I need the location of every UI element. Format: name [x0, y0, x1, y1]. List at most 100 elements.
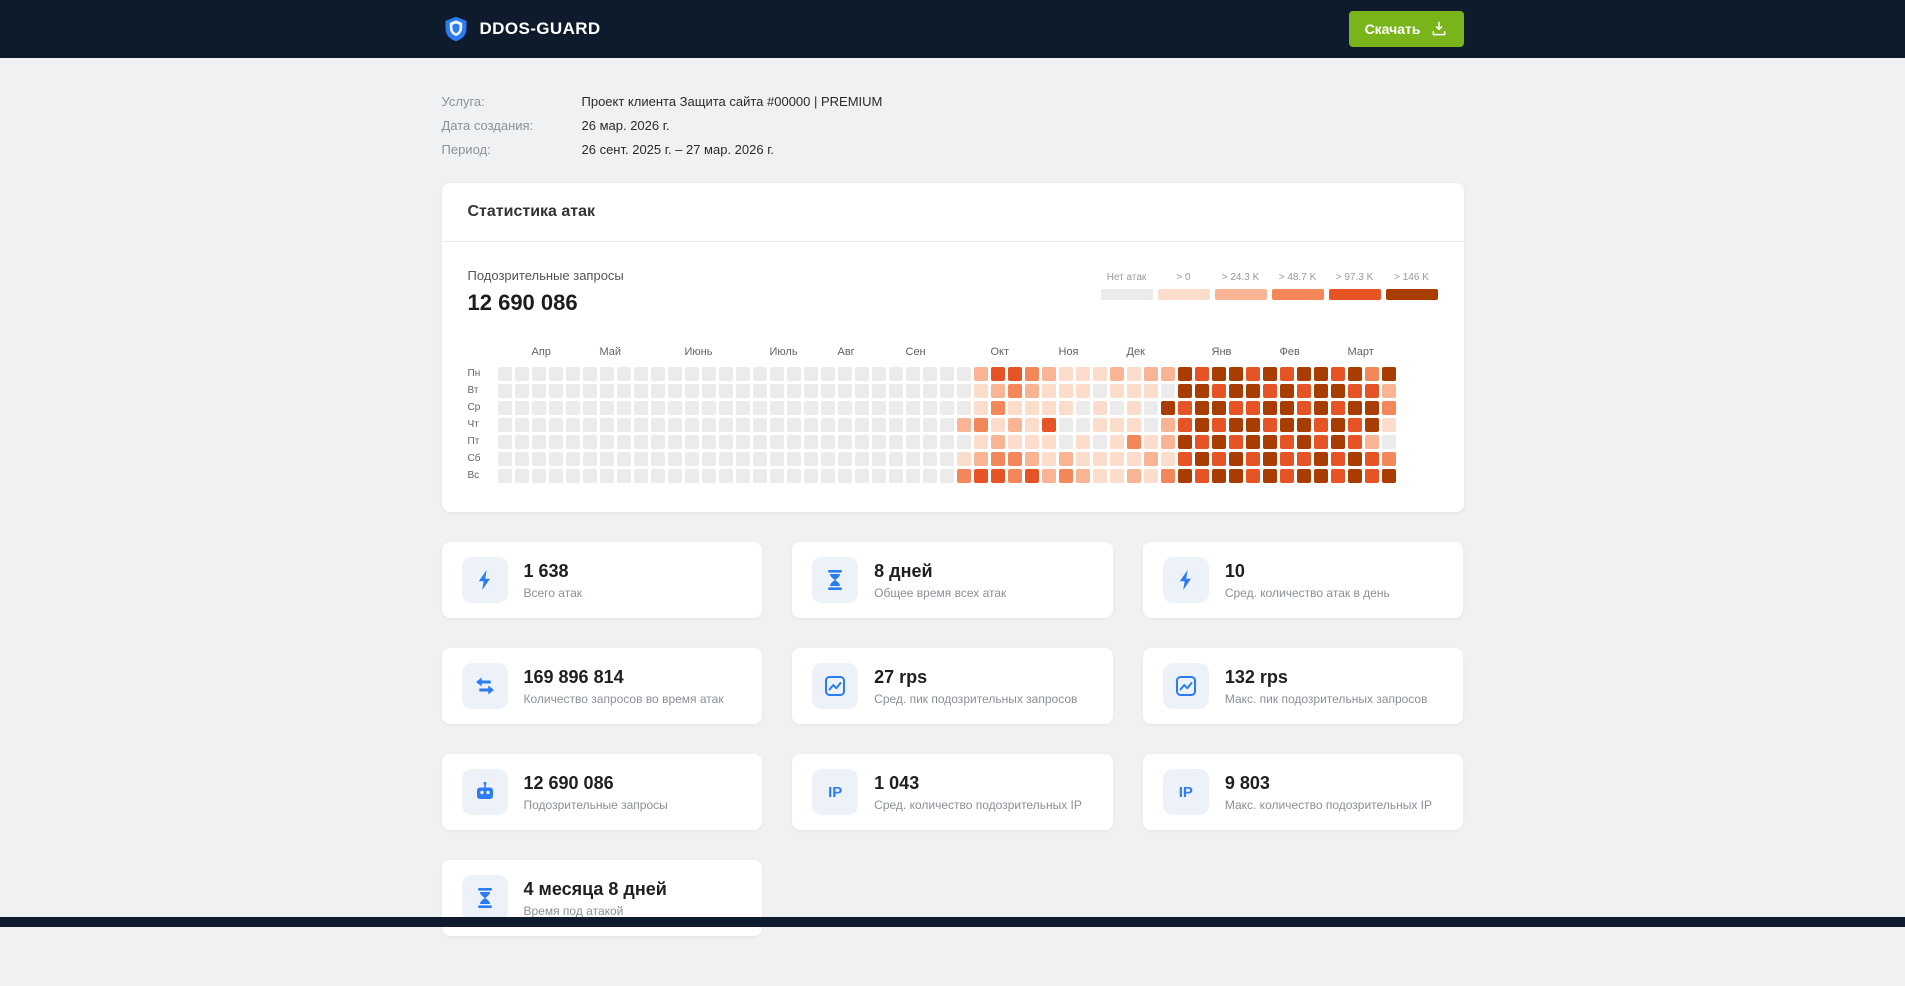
- card-body: Подозрительные запросы 12 690 086 Нет ат…: [442, 242, 1464, 512]
- heatmap-cell: [803, 401, 818, 415]
- heatmap-cell: [837, 384, 852, 398]
- heatmap-subtitle: Подозрительные запросы: [467, 268, 624, 283]
- heatmap-cell: [888, 384, 903, 398]
- heatmap-cell: [769, 452, 784, 466]
- heatmap-cell: [735, 401, 750, 415]
- stat-card: 27 rps Сред. пик подозрительных запросов: [792, 648, 1113, 724]
- heatmap-cell: [1364, 418, 1379, 432]
- heatmap-cell: [1143, 435, 1158, 449]
- heatmap-cell: [684, 401, 699, 415]
- heatmap-cell: [718, 469, 733, 483]
- meta-row-period: Период: 26 сент. 2025 г. – 27 мар. 2026 …: [442, 142, 1464, 157]
- heatmap-cell: [565, 418, 580, 432]
- download-button[interactable]: Скачать: [1348, 11, 1464, 47]
- month-label: Сен: [905, 346, 926, 358]
- heatmap-cell: [667, 367, 682, 381]
- heatmap-cell: [1211, 384, 1226, 398]
- attack-statistics-card: Статистика атак Подозрительные запросы 1…: [441, 183, 1464, 512]
- heatmap-cell: [990, 384, 1005, 398]
- chart-line-icon: [812, 663, 859, 709]
- heatmap-cell: [820, 384, 835, 398]
- legend-swatch: [1214, 289, 1267, 300]
- heatmap-cell: [1024, 384, 1039, 398]
- heatmap-cell: [1194, 435, 1209, 449]
- heatmap-cell: [1313, 435, 1328, 449]
- heatmap-cell: [1313, 384, 1328, 398]
- legend-swatch: [1385, 289, 1438, 300]
- lightning-icon: [461, 557, 508, 603]
- heatmap-cell: [1330, 384, 1345, 398]
- heatmap-cell: [1007, 452, 1022, 466]
- heatmap-cell: [973, 418, 988, 432]
- heatmap-cell: [582, 384, 597, 398]
- heatmap-cell: [582, 435, 597, 449]
- heatmap-cell: [1279, 367, 1294, 381]
- heatmap-cell: [1143, 401, 1158, 415]
- heatmap-cell: [1160, 469, 1175, 483]
- stat-label: Макс. пик подозрительных запросов: [1224, 691, 1428, 706]
- heatmap-cell: [650, 401, 665, 415]
- brand-shield-icon: [442, 15, 470, 43]
- heatmap-cell: [565, 367, 580, 381]
- heatmap-cell: [1194, 367, 1209, 381]
- legend-swatch: [1157, 289, 1210, 300]
- heatmap-cell: [820, 418, 835, 432]
- heatmap-cell: [769, 384, 784, 398]
- legend-label: > 97.3 K: [1335, 272, 1374, 283]
- stat-card: IP 1 043 Сред. количество подозрительных I…: [792, 754, 1113, 830]
- heatmap-cell: [497, 435, 512, 449]
- heatmap-cell: [973, 469, 988, 483]
- legend-label: > 48.7 K: [1278, 272, 1317, 283]
- heatmap-cell: [888, 452, 903, 466]
- heatmap-cell: [752, 418, 767, 432]
- heatmap-cell: [803, 367, 818, 381]
- heatmap-cell: [1347, 401, 1362, 415]
- heatmap-cell: [1262, 452, 1277, 466]
- heatmap-cell: [1109, 418, 1124, 432]
- heatmap-cell: [616, 418, 631, 432]
- brand-name: DDOS-GUARD: [479, 19, 601, 38]
- heatmap-cell: [1024, 367, 1039, 381]
- heatmap-cell: [820, 452, 835, 466]
- meta-row-service: Услуга: Проект клиента Защита сайта #000…: [442, 94, 1464, 109]
- stat-label: Сред. количество подозрительных IP: [874, 797, 1082, 812]
- hourglass-icon: [461, 875, 508, 921]
- main-content: Услуга: Проект клиента Защита сайта #000…: [441, 94, 1464, 986]
- heatmap-cell: [497, 384, 512, 398]
- heatmap-cell: [1347, 469, 1362, 483]
- heatmap-cell: [752, 384, 767, 398]
- heatmap-cell: [1245, 452, 1260, 466]
- heatmap-cell: [701, 435, 716, 449]
- heatmap-cell: [650, 452, 665, 466]
- heatmap-cell: [1007, 384, 1022, 398]
- heatmap-cell: [531, 367, 546, 381]
- heatmap-cell: [990, 452, 1005, 466]
- heatmap-cell: [1296, 367, 1311, 381]
- heatmap-cell: [1296, 384, 1311, 398]
- heatmap-cell: [497, 469, 512, 483]
- heatmap-cell: [1177, 401, 1192, 415]
- heatmap-cell: [650, 435, 665, 449]
- heatmap-cell: [905, 452, 920, 466]
- month-label: Апр: [531, 346, 551, 358]
- heatmap-cell: [701, 418, 716, 432]
- heatmap-cell: [1024, 452, 1039, 466]
- heatmap-cell: [820, 469, 835, 483]
- heatmap-cell: [1330, 367, 1345, 381]
- heatmap-cell: [1058, 401, 1073, 415]
- stat-value: 1 043: [874, 772, 920, 793]
- month-label: Ноя: [1058, 346, 1079, 358]
- heatmap-cell: [514, 384, 529, 398]
- heatmap-cell: [871, 418, 886, 432]
- heatmap-cell: [1279, 418, 1294, 432]
- heatmap-cell: [1075, 367, 1090, 381]
- heatmap-cell: [684, 435, 699, 449]
- stat-label: Количество запросов во время атак: [523, 691, 724, 706]
- heatmap-cell: [718, 418, 733, 432]
- heatmap-cell: [1160, 452, 1175, 466]
- heatmap-cell: [1024, 401, 1039, 415]
- heatmap-cell: [1262, 469, 1277, 483]
- heatmap-cell: [1296, 435, 1311, 449]
- heatmap-cell: [667, 452, 682, 466]
- heatmap-cell: [1177, 435, 1192, 449]
